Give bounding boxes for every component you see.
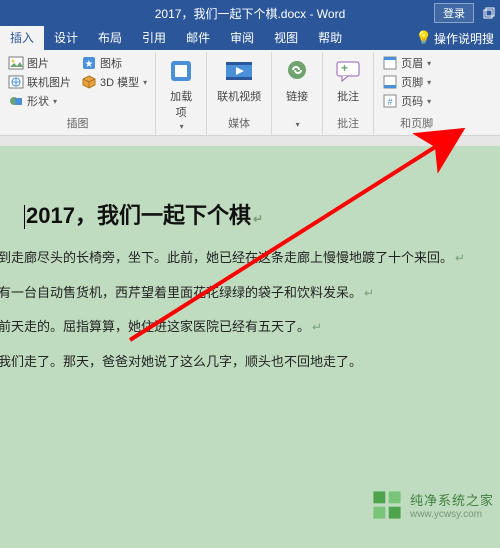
group-label-comments: 批注 [329,115,367,133]
chevron-down-icon: ▾ [296,120,300,129]
pictures-button[interactable]: 图片 [6,54,73,72]
tab-help[interactable]: 帮助 [308,26,352,50]
page-number-icon: # [382,93,398,109]
paragraph: 我们走了。那天，爸爸对她说了这么几字，顺头也不回地走了。 [0,348,480,377]
group-label-media: 媒体 [213,115,265,133]
comment-button[interactable]: + 批注 [329,54,367,106]
footer-icon [382,74,398,90]
3d-models-button[interactable]: 3D 模型▾ [79,73,149,91]
document-body: 到走廊尽头的长椅旁，坐下。此前，她已经在这条走廊上慢慢地踱了十个来回。↵ 有一台… [0,244,480,376]
group-addins: 加载 项▾ [156,52,207,135]
chevron-down-icon: ▾ [427,97,431,106]
link-button[interactable]: 链接▾ [278,54,316,131]
document-canvas: 2017，我们一起下个棋↵ 到走廊尽头的长椅旁，坐下。此前，她已经在这条走廊上慢… [0,146,500,548]
group-headerfooter: 页眉▾ 页脚▾ # 页码▾ 和页脚 [374,52,439,135]
tab-insert[interactable]: 插入 [0,26,44,50]
chevron-down-icon: ▾ [143,78,147,87]
link-icon [282,56,312,86]
document-heading: 2017，我们一起下个棋↵ [24,198,480,230]
svg-text:★: ★ [85,59,94,70]
tab-references[interactable]: 引用 [132,26,176,50]
svg-text:+: + [341,61,348,75]
cube-icon [81,74,97,90]
document-page[interactable]: 2017，我们一起下个棋↵ 到走廊尽头的长椅旁，坐下。此前，她已经在这条走廊上慢… [8,156,492,540]
addins-button[interactable]: 加载 项▾ [162,54,200,133]
chevron-down-icon: ▾ [53,97,57,106]
icons-icon: ★ [81,55,97,71]
icons-button[interactable]: ★ 图标 [79,54,149,72]
lightbulb-icon: 💡 [416,30,432,46]
header-icon [382,55,398,71]
picture-icon [8,55,24,71]
video-icon [224,56,254,86]
tell-me-label: 操作说明搜 [434,30,494,47]
ribbon-tabs: 插入 设计 布局 引用 邮件 审阅 视图 帮助 💡 操作说明搜 [0,26,500,50]
header-button[interactable]: 页眉▾ [380,54,433,72]
group-media: 联机视频 媒体 [207,52,272,135]
chevron-down-icon: ▾ [427,78,431,87]
text-cursor [24,205,25,229]
titlebar: 2017，我们一起下个棋.docx - Word 登录 [0,0,500,26]
tab-view[interactable]: 视图 [264,26,308,50]
group-label-illustrations: 插图 [6,115,149,133]
chevron-down-icon: ▾ [427,59,431,68]
titlebar-right: 登录 [434,3,496,23]
group-illustrations: 图片 联机图片 形状▾ ★ 图标 3D 模型▾ [0,52,156,135]
shapes-icon [8,93,24,109]
paragraph: 到走廊尽头的长椅旁，坐下。此前，她已经在这条走廊上慢慢地踱了十个来回。↵ [0,244,480,273]
comment-icon: + [333,56,363,86]
document-title: 2017，我们一起下个棋.docx - Word [155,5,346,22]
paragraph-mark-icon: ↵ [253,212,263,226]
window-restore-icon[interactable] [482,6,496,20]
page-number-button[interactable]: # 页码▾ [380,92,433,110]
login-button[interactable]: 登录 [434,3,474,23]
tell-me-search[interactable]: 💡 操作说明搜 [410,26,500,50]
online-video-button[interactable]: 联机视频 [213,54,265,106]
online-pictures-button[interactable]: 联机图片 [6,73,73,91]
ribbon: 图片 联机图片 形状▾ ★ 图标 3D 模型▾ [0,50,500,136]
paragraph: 前天走的。屈指算算，她住进这家医院已经有五天了。↵ [0,313,480,342]
footer-button[interactable]: 页脚▾ [380,73,433,91]
group-label-headerfooter: 和页脚 [380,115,433,133]
group-comments: + 批注 批注 [323,52,374,135]
tab-mailings[interactable]: 邮件 [176,26,220,50]
addins-icon [166,56,196,86]
tab-layout[interactable]: 布局 [88,26,132,50]
paragraph: 有一台自动售货机，西芹望着里面花花绿绿的袋子和饮料发呆。↵ [0,279,480,308]
svg-text:#: # [388,97,393,107]
chevron-down-icon: ▾ [180,122,184,131]
shapes-button[interactable]: 形状▾ [6,92,73,110]
group-links: 链接▾ [272,52,323,135]
online-picture-icon [8,74,24,90]
tab-design[interactable]: 设计 [44,26,88,50]
tab-review[interactable]: 审阅 [220,26,264,50]
